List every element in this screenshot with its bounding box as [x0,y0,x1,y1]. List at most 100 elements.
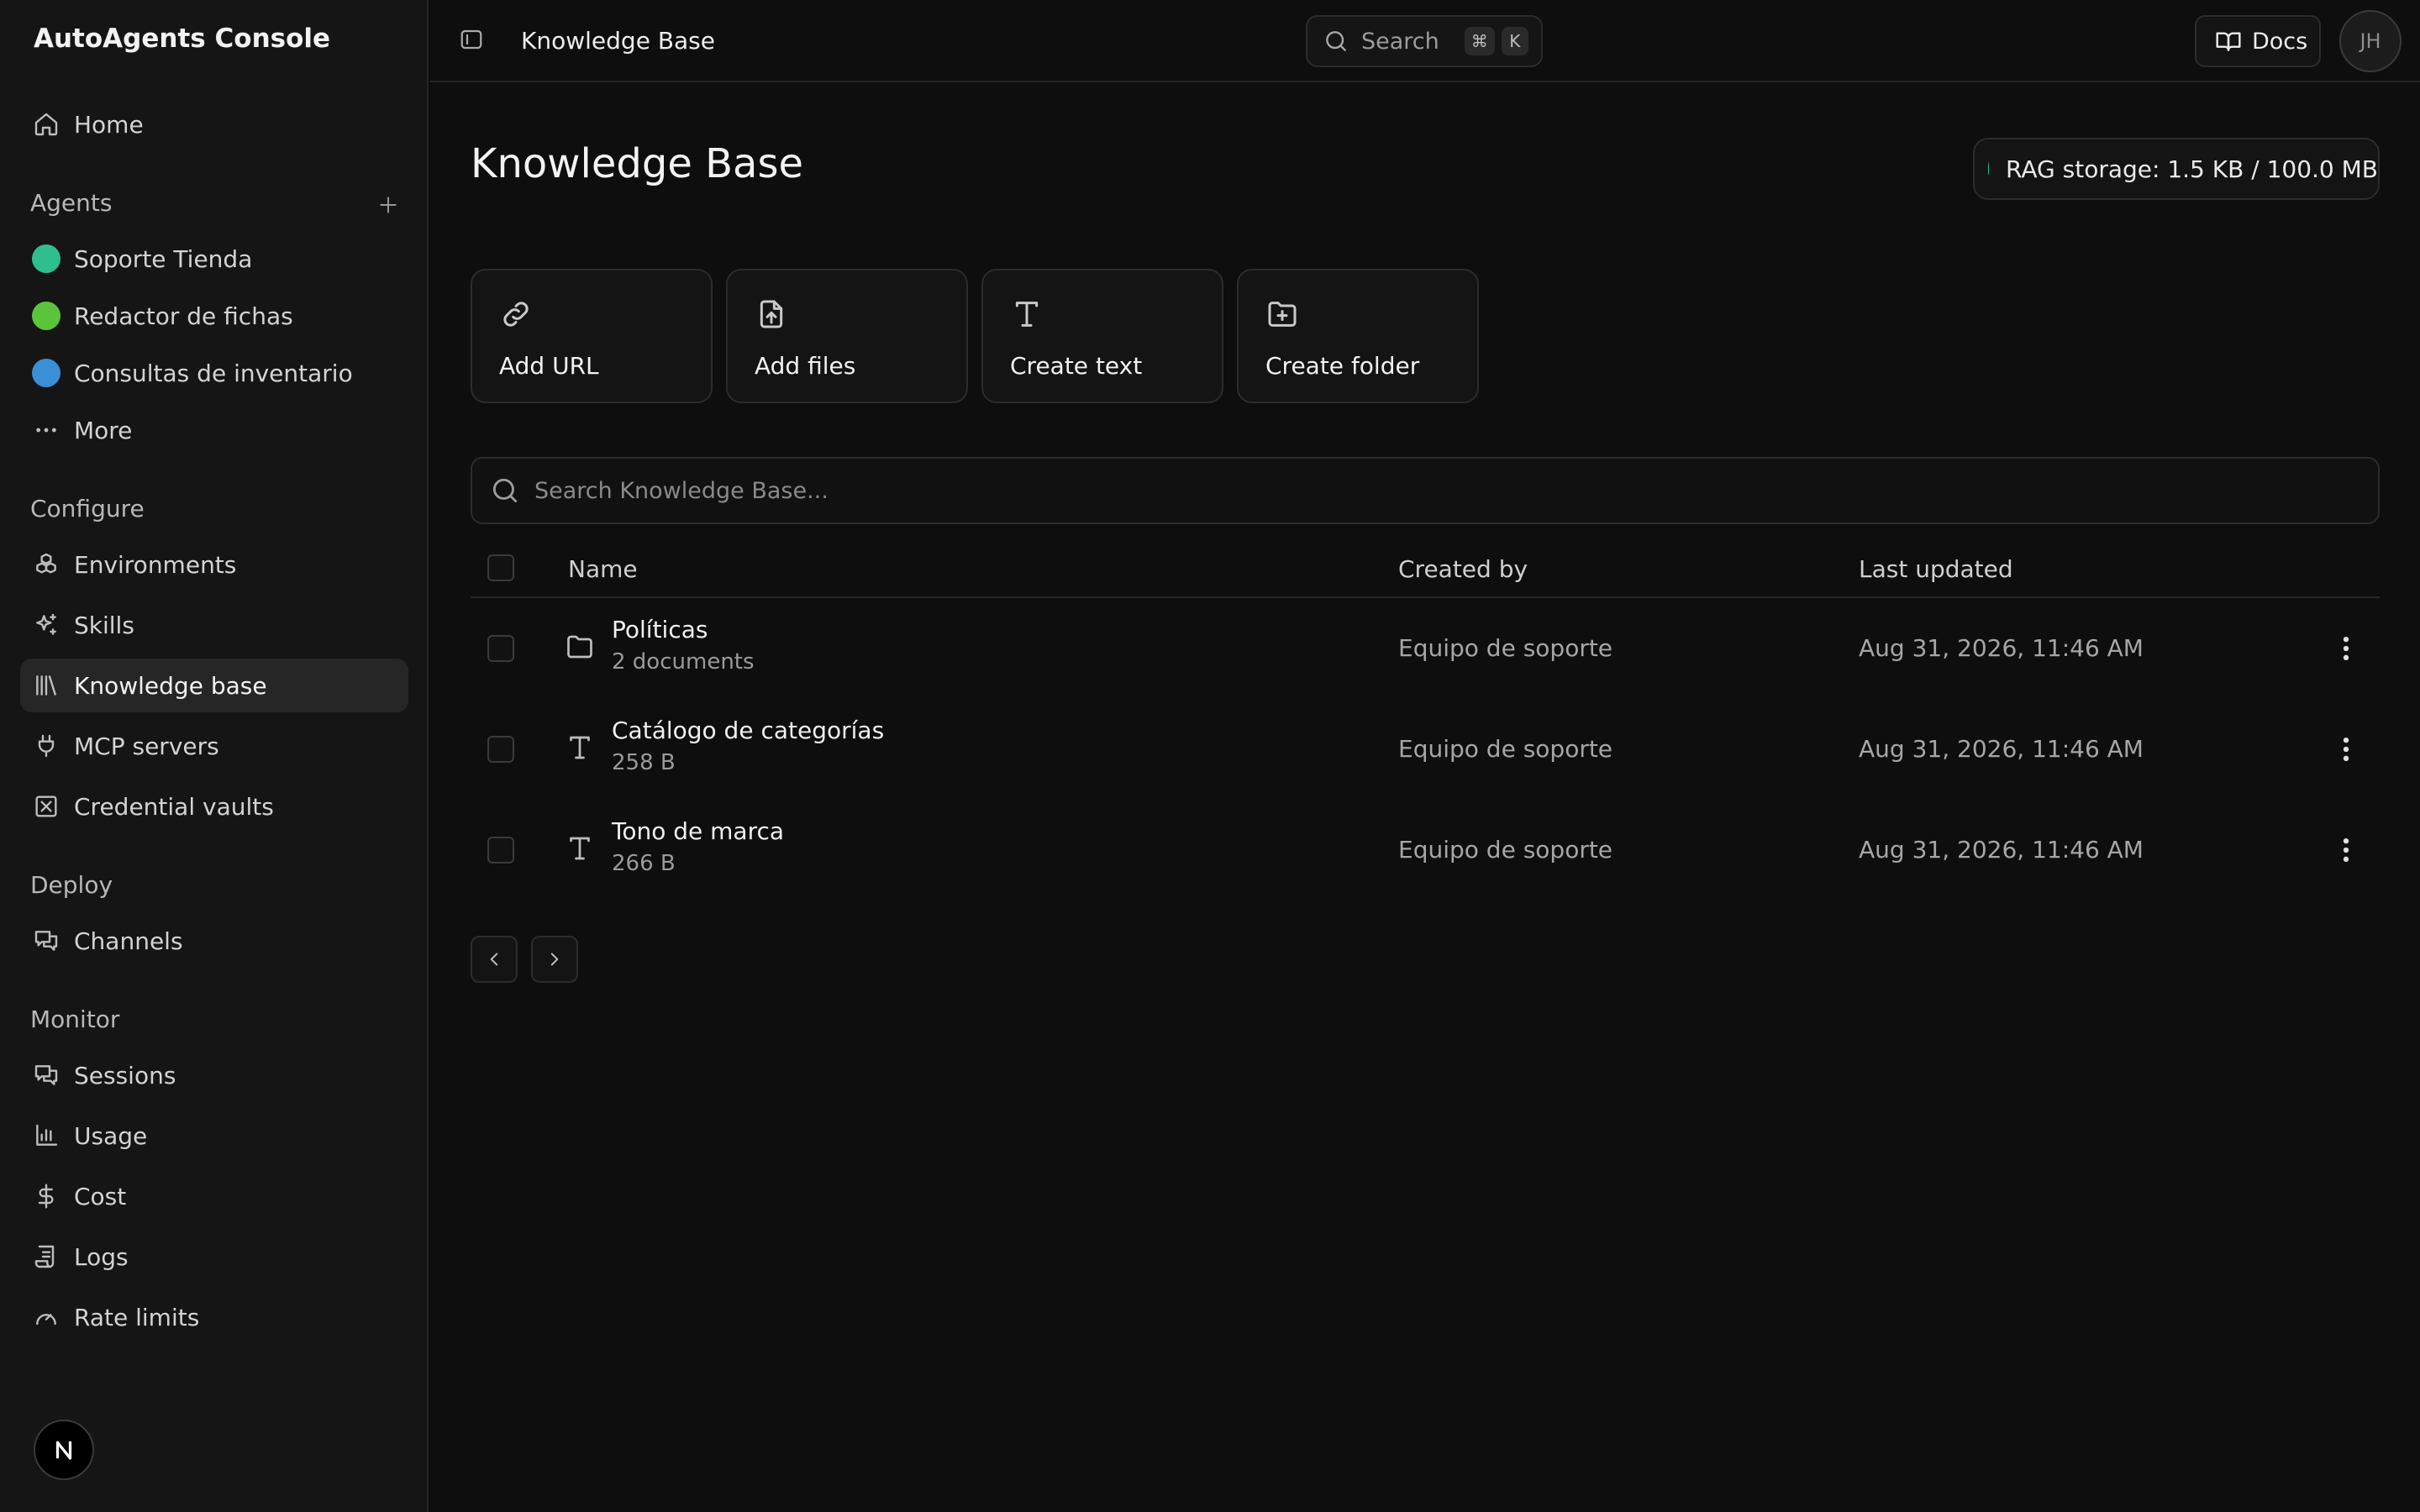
shortcut-key: K [1501,27,1528,55]
next-logo-icon[interactable] [34,1420,94,1480]
row-more-vertical-icon[interactable] [2329,632,2363,665]
library-icon [32,671,60,700]
chat-icon [32,927,60,955]
row-meta: 266 B [612,851,676,876]
row-last-updated: Aug 31, 2026, 11:46 AM [1859,735,2144,763]
action-label: Add files [755,352,856,380]
sidebar-toggle-button[interactable] [459,27,487,55]
boxes-icon [32,550,60,579]
sidebar-item-label: Credential vaults [74,792,274,821]
book-open-icon [2215,28,2242,55]
sidebar: AutoAgents Console Home Agents Soporte T… [0,0,429,1512]
sidebar-item-agent[interactable]: Soporte Tienda [20,232,408,286]
text-icon [565,732,595,763]
row-name[interactable]: Tono de marca [612,815,784,848]
row-created-by: Equipo de soporte [1398,836,1613,864]
docs-button[interactable]: Docs [2195,15,2321,67]
sidebar-item-usage[interactable]: Usage [20,1109,408,1163]
column-header-created-by[interactable]: Created by [1398,553,1528,586]
sidebar-item-channels[interactable]: Channels [20,914,408,968]
chevron-left-icon [490,953,498,966]
knowledge-base-search-input[interactable] [534,477,2378,504]
sidebar-item-more[interactable]: More [20,403,408,457]
docs-label: Docs [2252,28,2308,55]
storage-label: RAG storage: 1.5 KB / 100.0 MB [2006,155,2378,183]
row-more-vertical-icon[interactable] [2329,732,2363,766]
row-last-updated: Aug 31, 2026, 11:46 AM [1859,634,2144,662]
row-created-by: Equipo de soporte [1398,634,1613,662]
sidebar-item-knowledge-base[interactable]: Knowledge base [20,659,408,712]
sidebar-item-logs[interactable]: Logs [20,1230,408,1284]
ellipsis-icon [32,416,60,444]
sidebar-item-skills[interactable]: Skills [20,598,408,652]
sparkles-icon [32,611,60,639]
chevron-right-icon [550,953,559,966]
row-created-by: Equipo de soporte [1398,735,1613,763]
table-header: Name Created by Last updated [471,538,2380,598]
global-search-button[interactable]: Search ⌘ K [1306,15,1543,67]
plug-icon [32,732,60,760]
section-label-monitor: Monitor [30,1005,120,1033]
previous-page-button[interactable] [471,936,518,983]
vault-icon [32,792,60,821]
action-label: Create folder [1265,352,1420,380]
shortcut-key: ⌘ [1464,27,1495,55]
agent-avatar [32,359,60,387]
sidebar-item-agent[interactable]: Redactor de fichas [20,289,408,343]
sidebar-item-label: Home [74,110,144,139]
add-url-button[interactable]: Add URL [471,269,713,403]
sidebar-item-label: Sessions [74,1061,176,1089]
user-avatar[interactable]: JH [2339,10,2402,72]
row-checkbox[interactable] [487,736,514,763]
sidebar-item-label: Logs [74,1242,129,1271]
sidebar-item-label: Redactor de fichas [74,302,293,330]
row-meta: 258 B [612,750,676,775]
column-header-last-updated[interactable]: Last updated [1859,553,2013,586]
row-last-updated: Aug 31, 2026, 11:46 AM [1859,836,2144,864]
next-page-button[interactable] [531,936,578,983]
knowledge-base-search [471,457,2380,524]
row-name[interactable]: Políticas [612,613,708,647]
row-more-vertical-icon[interactable] [2329,833,2363,867]
table-row[interactable]: Catálogo de categorías 258 B Equipo de s… [471,699,2380,800]
sidebar-item-label: Skills [74,611,134,639]
breadcrumb: Knowledge Base [521,27,715,55]
plus-icon [380,197,397,213]
section-label-configure: Configure [30,495,145,522]
dollar-icon [32,1182,60,1210]
select-all-checkbox[interactable] [487,554,514,581]
sidebar-item-cost[interactable]: Cost [20,1169,408,1223]
create-folder-button[interactable]: Create folder [1237,269,1479,403]
global-search-label: Search [1361,28,1439,55]
row-checkbox[interactable] [487,837,514,864]
row-checkbox[interactable] [487,635,514,662]
agent-avatar [32,244,60,273]
table-row[interactable]: Tono de marca 266 B Equipo de soporte Au… [471,800,2380,900]
sidebar-item-sessions[interactable]: Sessions [20,1048,408,1102]
sidebar-item-rate-limits[interactable]: Rate limits [20,1290,408,1344]
sidebar-item-label: Usage [74,1121,148,1150]
sidebar-item-label: Soporte Tienda [74,244,253,273]
sidebar-item-mcp-servers[interactable]: MCP servers [20,719,408,773]
create-text-button[interactable]: Create text [981,269,1223,403]
sidebar-item-label: Channels [74,927,183,955]
page-title: Knowledge Base [471,140,803,187]
sidebar-item-environments[interactable]: Environments [20,538,408,591]
sidebar-item-label: Environments [74,550,237,579]
storage-badge: RAG storage: 1.5 KB / 100.0 MB [1973,138,2380,200]
sidebar-item-label: Rate limits [74,1303,200,1331]
add-files-button[interactable]: Add files [726,269,968,403]
panel-left-icon [460,29,482,50]
add-agent-button[interactable] [373,190,403,220]
row-name[interactable]: Catálogo de categorías [612,714,884,748]
row-meta: 2 documents [612,649,755,675]
section-label-deploy: Deploy [30,871,113,899]
sidebar-item-label: More [74,416,133,444]
sidebar-item-agent[interactable]: Consultas de inventario [20,346,408,400]
table-row[interactable]: Políticas 2 documents Equipo de soporte … [471,598,2380,699]
sidebar-item-home[interactable]: Home [20,97,408,151]
column-header-name[interactable]: Name [568,553,638,586]
link-icon [499,297,533,331]
agent-avatar [32,302,60,330]
sidebar-item-credential-vaults[interactable]: Credential vaults [20,780,408,833]
